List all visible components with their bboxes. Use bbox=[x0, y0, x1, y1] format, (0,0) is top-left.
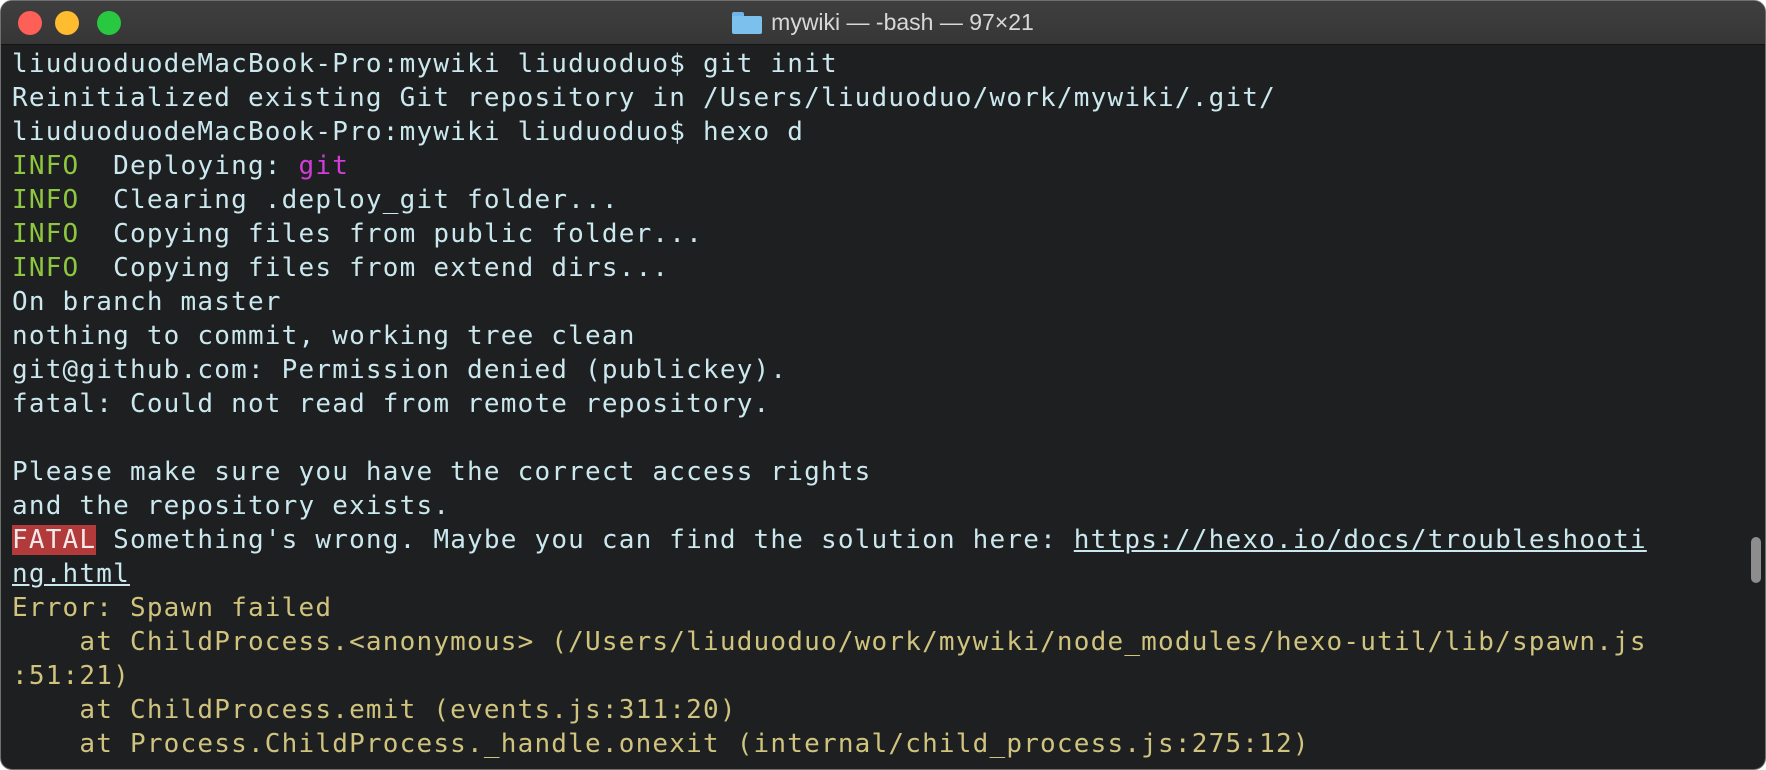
terminal-line: INFO Clearing .deploy_git folder... bbox=[12, 183, 1747, 217]
terminal-line: Reinitialized existing Git repository in… bbox=[12, 81, 1747, 115]
terminal-text: liuduoduodeMacBook-Pro:mywiki liuduoduo$… bbox=[12, 117, 805, 147]
terminal-line: and the repository exists. bbox=[12, 489, 1747, 523]
terminal-line: at ChildProcess.emit (events.js:311:20) bbox=[12, 693, 1747, 727]
terminal-line: Please make sure you have the correct ac… bbox=[12, 455, 1747, 489]
window-title-group: mywiki — -bash — 97×21 bbox=[1, 1, 1765, 44]
terminal-text: Copying files from public folder... bbox=[79, 219, 703, 249]
terminal-line: On branch master bbox=[12, 285, 1747, 319]
terminal-output[interactable]: liuduoduodeMacBook-Pro:mywiki liuduoduo$… bbox=[12, 47, 1747, 761]
terminal-text: Deploying: bbox=[79, 151, 299, 181]
terminal-text: INFO bbox=[12, 219, 80, 249]
terminal-line: at Process.ChildProcess._handle.onexit (… bbox=[12, 727, 1747, 761]
terminal-line: Error: Spawn failed bbox=[12, 591, 1747, 625]
terminal-line: fatal: Could not read from remote reposi… bbox=[12, 387, 1747, 421]
window-title: mywiki — -bash — 97×21 bbox=[771, 9, 1034, 35]
terminal-text: at ChildProcess.emit (events.js:311:20) bbox=[12, 695, 737, 725]
terminal-text: liuduoduodeMacBook-Pro:mywiki liuduoduo$… bbox=[12, 49, 838, 79]
troubleshooting-link[interactable]: ng.html bbox=[12, 559, 130, 589]
terminal-line: ng.html bbox=[12, 557, 1747, 591]
folder-icon bbox=[732, 11, 763, 34]
terminal-text: Copying files from extend dirs... bbox=[79, 253, 670, 283]
terminal-text: On branch master bbox=[12, 287, 282, 317]
terminal-text: Something's wrong. Maybe you can find th… bbox=[96, 525, 1074, 555]
terminal-text: git@github.com: Permission denied (publi… bbox=[12, 355, 788, 385]
terminal-line: INFO Copying files from public folder... bbox=[12, 217, 1747, 251]
terminal-text: git bbox=[298, 151, 350, 181]
terminal-text: nothing to commit, working tree clean bbox=[12, 321, 636, 351]
terminal-line: INFO Copying files from extend dirs... bbox=[12, 251, 1747, 285]
fatal-badge: FATAL bbox=[12, 525, 97, 555]
terminal-text: INFO bbox=[12, 185, 80, 215]
terminal-text: INFO bbox=[12, 151, 80, 181]
terminal-line: liuduoduodeMacBook-Pro:mywiki liuduoduo$… bbox=[12, 47, 1747, 81]
terminal-text: Please make sure you have the correct ac… bbox=[12, 457, 872, 487]
terminal-line: INFO Deploying: git bbox=[12, 149, 1747, 183]
terminal-window: mywiki — -bash — 97×21 liuduoduodeMacBoo… bbox=[0, 0, 1766, 770]
terminal-line: FATAL Something's wrong. Maybe you can f… bbox=[12, 523, 1747, 557]
title-bar[interactable]: mywiki — -bash — 97×21 bbox=[1, 1, 1765, 45]
terminal-text: at ChildProcess.<anonymous> (/Users/liud… bbox=[12, 627, 1647, 657]
terminal-text: Clearing .deploy_git folder... bbox=[79, 185, 619, 215]
scrollbar-thumb[interactable] bbox=[1751, 537, 1761, 583]
terminal-line: liuduoduodeMacBook-Pro:mywiki liuduoduo$… bbox=[12, 115, 1747, 149]
terminal-text: Error: Spawn failed bbox=[12, 593, 333, 623]
terminal-text: Reinitialized existing Git repository in… bbox=[12, 83, 1276, 113]
terminal-text: and the repository exists. bbox=[12, 491, 451, 521]
terminal-line: :51:21) bbox=[12, 659, 1747, 693]
terminal-line: at ChildProcess.<anonymous> (/Users/liud… bbox=[12, 625, 1747, 659]
terminal-text: :51:21) bbox=[12, 661, 130, 691]
terminal-text: INFO bbox=[12, 253, 80, 283]
terminal-line: nothing to commit, working tree clean bbox=[12, 319, 1747, 353]
terminal-line: git@github.com: Permission denied (publi… bbox=[12, 353, 1747, 387]
terminal-text: fatal: Could not read from remote reposi… bbox=[12, 389, 771, 419]
troubleshooting-link[interactable]: https://hexo.io/docs/troubleshooti bbox=[1074, 525, 1647, 555]
terminal-text: at Process.ChildProcess._handle.onexit (… bbox=[12, 729, 1310, 759]
